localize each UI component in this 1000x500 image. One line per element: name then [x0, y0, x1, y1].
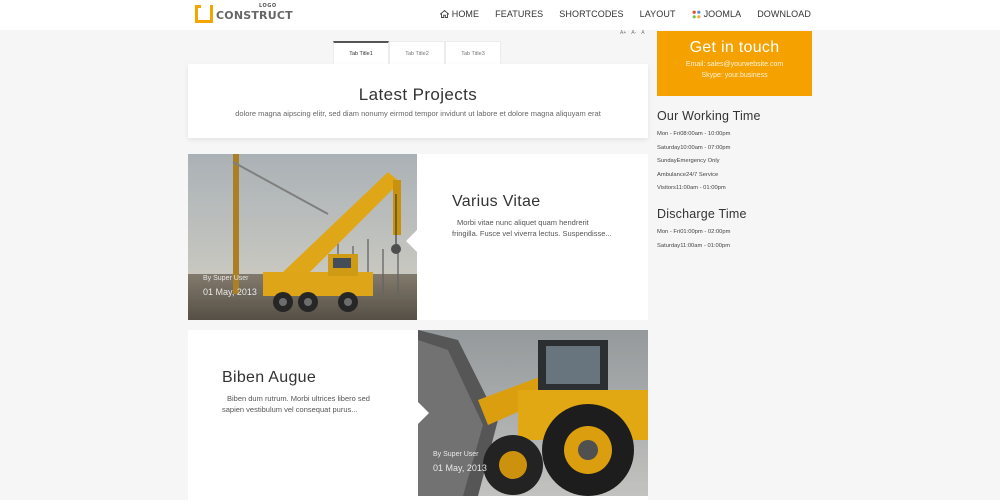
project-author: By Super User — [203, 275, 249, 282]
site-header: LOGO CONSTRUCT HOME FEATURES SHORTCODES … — [0, 0, 1000, 30]
project-pointer-1 — [406, 230, 417, 252]
project-author: By Super User — [433, 451, 479, 458]
working-time-list: Mon - Fri08:00am - 10:00pm Saturday10:00… — [657, 131, 817, 199]
main-nav: HOME FEATURES SHORTCODES LAYOUT JOOMLA D… — [424, 9, 811, 19]
project-description-line: Morbi vitae nunc aliquet quam hendrerit — [457, 218, 589, 227]
font-decrease-button[interactable]: A- — [631, 30, 636, 36]
project-date: 01 May, 2013 — [203, 287, 257, 297]
nav-item-joomla[interactable]: JOOMLA — [692, 9, 742, 19]
tab-bar: Tab Title1 Tab Title2 Tab Title3 — [333, 41, 501, 65]
nav-item-layout[interactable]: LAYOUT — [640, 9, 676, 19]
project-image-crane[interactable]: By Super User 01 May, 2013 — [188, 154, 417, 320]
project-title[interactable]: Varius Vitae — [452, 193, 540, 211]
project-pointer-2 — [418, 402, 429, 424]
nav-label-download: DOWNLOAD — [757, 9, 811, 19]
project-description: Morbi vitae nunc aliquet quam hendrerit … — [452, 217, 632, 239]
tab-title1[interactable]: Tab Title1 — [333, 41, 389, 65]
font-reset-button[interactable]: A — [641, 30, 644, 36]
latest-projects-card: Latest Projects dolore magna aipscing el… — [188, 64, 648, 138]
working-time-item: Saturday10:00am - 07:00pm — [657, 144, 731, 151]
working-time-item: Mon - Fri08:00am - 10:00pm — [657, 131, 731, 137]
nav-label-home: HOME — [451, 9, 480, 19]
logo-text: CONSTRUCT — [216, 9, 293, 22]
working-time-item: Ambulance24/7 Service — [657, 171, 719, 178]
contact-email[interactable]: Email: sales@yourwebsite.com — [657, 61, 812, 68]
contact-box: Get in touch Email: sales@yourwebsite.co… — [657, 31, 812, 96]
nav-item-shortcodes[interactable]: SHORTCODES — [559, 9, 623, 19]
nav-item-download[interactable]: DOWNLOAD — [757, 9, 811, 19]
nav-label-layout: LAYOUT — [639, 9, 676, 19]
project-meta-1: By Super User 01 May, 2013 — [203, 275, 257, 297]
nav-item-features[interactable]: FEATURES — [495, 9, 543, 19]
project-description-line: Biben dum rutrum. Morbi ultrices libero … — [227, 394, 370, 403]
discharge-time-item: Saturday11:00am - 01:00pm — [657, 242, 731, 249]
project-meta-2: By Super User 01 May, 2013 — [433, 451, 487, 473]
working-time-section: Our Working Time Mon - Fri08:00am - 10:0… — [657, 109, 817, 199]
latest-projects-subtitle: dolore magna aipscing elitr, sed diam no… — [235, 109, 601, 118]
site-logo[interactable]: LOGO CONSTRUCT — [195, 3, 293, 25]
project-title[interactable]: Biben Augue — [222, 369, 316, 387]
latest-projects-title: Latest Projects — [358, 85, 478, 104]
home-icon — [439, 10, 449, 18]
contact-skype[interactable]: Skype: your.business — [657, 72, 812, 79]
discharge-time-list: Mon - Fri01:00pm - 02:00pm Saturday11:00… — [657, 229, 817, 256]
working-time-item: Visitors11:00am - 01:00pm — [657, 185, 726, 192]
font-size-controls: A+ A- A — [620, 30, 645, 36]
project-description-line: fringilla. Fusce vel viverra lectus. Sus… — [452, 229, 612, 238]
nav-label-joomla: JOOMLA — [703, 9, 742, 19]
tab-title2[interactable]: Tab Title2 — [389, 41, 445, 65]
nav-label-features: FEATURES — [495, 9, 544, 19]
discharge-time-section: Discharge Time Mon - Fri01:00pm - 02:00p… — [657, 207, 817, 256]
discharge-time-title: Discharge Time — [657, 207, 747, 221]
working-time-item: SundayEmergency Only — [657, 158, 720, 165]
discharge-time-item: Mon - Fri01:00pm - 02:00pm — [657, 229, 731, 235]
tab-title3[interactable]: Tab Title3 — [445, 41, 501, 65]
nav-item-home[interactable]: HOME — [439, 9, 480, 19]
project-description: Biben dum rutrum. Morbi ultrices libero … — [222, 393, 402, 415]
contact-title: Get in touch — [689, 39, 780, 56]
nav-label-shortcodes: SHORTCODES — [559, 9, 624, 19]
project-description-line: sapien vestibulum vel consequat purus... — [222, 405, 358, 414]
working-time-title: Our Working Time — [657, 109, 761, 123]
logo-mark-icon — [195, 5, 213, 23]
font-increase-button[interactable]: A+ — [620, 30, 626, 36]
joomla-icon — [692, 10, 701, 19]
project-date: 01 May, 2013 — [433, 463, 487, 473]
project-image-loader[interactable]: By Super User 01 May, 2013 — [418, 330, 648, 496]
